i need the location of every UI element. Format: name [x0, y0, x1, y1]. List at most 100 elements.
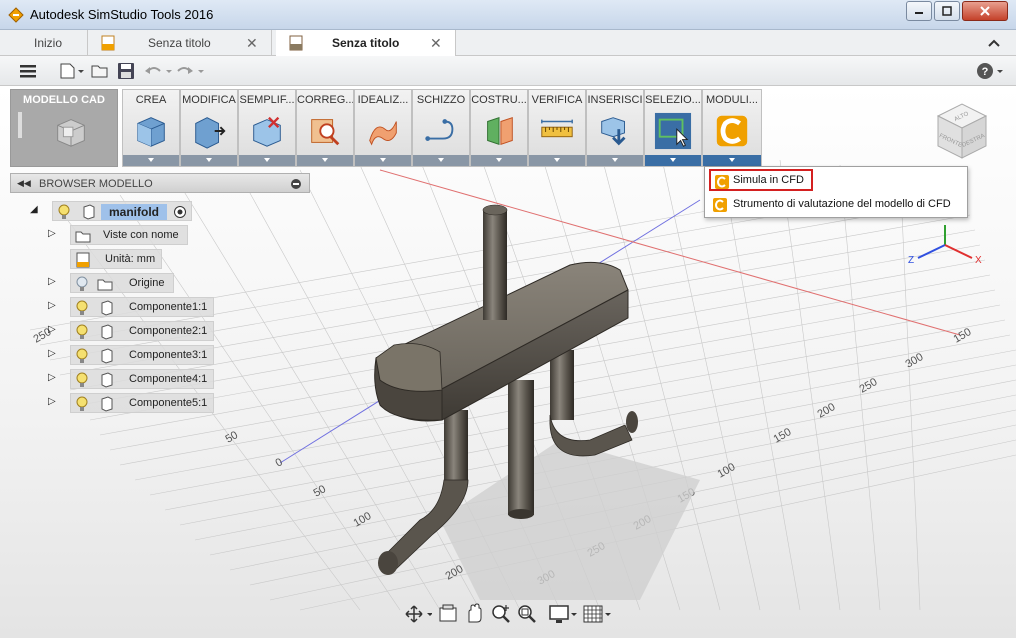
- open-folder-icon[interactable]: [90, 61, 110, 81]
- expand-right-icon[interactable]: ▷: [48, 276, 56, 287]
- crea-dropdown-arrow[interactable]: [123, 155, 179, 166]
- redo-icon[interactable]: [174, 61, 206, 81]
- menu-icon[interactable]: [18, 61, 38, 81]
- ribbon-group-crea[interactable]: CREA: [122, 89, 180, 167]
- modifica-dropdown-arrow[interactable]: [181, 155, 237, 166]
- ribbon-group-seleziona[interactable]: SELEZIO...: [644, 89, 702, 167]
- tree-node-component[interactable]: Componente1:1: [70, 297, 214, 317]
- ribbon-group-inserisci[interactable]: INSERISCI: [586, 89, 644, 167]
- expand-right-icon[interactable]: ▷: [48, 372, 56, 383]
- activate-radio-icon[interactable]: [173, 205, 187, 219]
- moduli-dropdown-menu: Simula in CFD Strumento di valutazione d…: [704, 166, 968, 218]
- tree-node-named-views[interactable]: Viste con nome: [70, 225, 188, 245]
- model-browser-header[interactable]: ◀◀ BROWSER MODELLO: [10, 173, 310, 193]
- tree-node-component[interactable]: Componente4:1: [70, 369, 214, 389]
- tab-close-icon[interactable]: ✕: [430, 35, 442, 52]
- verifica-dropdown-arrow[interactable]: [529, 155, 585, 166]
- lightbulb-off-icon[interactable]: [75, 276, 89, 292]
- tree-row-component[interactable]: ▷ Componente4:1: [48, 369, 218, 389]
- simplify-icon: [253, 116, 281, 147]
- tree-row-named-views[interactable]: ▷ Viste con nome: [48, 225, 198, 245]
- ribbon-group-schizzo[interactable]: SCHIZZO: [412, 89, 470, 167]
- menu-item-simulate-cfd[interactable]: Simula in CFD: [709, 169, 813, 191]
- root-label[interactable]: manifold: [101, 204, 167, 220]
- tree-row-component[interactable]: ▷ Componente1:1: [48, 297, 218, 317]
- ribbon-group-idealizza[interactable]: IDEALIZ...: [354, 89, 412, 167]
- lightbulb-icon[interactable]: [57, 204, 71, 220]
- ribbon-group-semplifica[interactable]: SEMPLIF...: [238, 89, 296, 167]
- lightbulb-icon[interactable]: [75, 372, 89, 388]
- new-file-icon[interactable]: [58, 61, 86, 81]
- grid-label: 150: [772, 426, 794, 446]
- idealizza-dropdown-arrow[interactable]: [355, 155, 411, 166]
- moduli-dropdown-arrow[interactable]: [703, 155, 761, 166]
- ribbon-group-correggi[interactable]: CORREG...: [296, 89, 354, 167]
- tab-document-1[interactable]: Senza titolo ✕: [88, 30, 272, 56]
- chevron-up-icon[interactable]: [988, 38, 1000, 48]
- seleziona-dropdown-arrow[interactable]: [645, 155, 701, 166]
- app-icon: [8, 7, 24, 23]
- insert-icon: [601, 117, 626, 146]
- ribbon-group-verifica[interactable]: VERIFICA: [528, 89, 586, 167]
- inserisci-dropdown-arrow[interactable]: [587, 155, 643, 166]
- tab-close-icon[interactable]: ✕: [246, 35, 258, 52]
- minimize-panel-icon[interactable]: [291, 179, 301, 189]
- tree-row-component[interactable]: ▷ Componente3:1: [48, 345, 218, 365]
- expand-right-icon[interactable]: ▷: [48, 348, 56, 359]
- tree-node-component[interactable]: Componente2:1: [70, 321, 214, 341]
- ribbon-group-label: MODELLO CAD: [23, 94, 105, 106]
- tree-root-node[interactable]: manifold: [52, 201, 192, 221]
- collapse-arrows-icon[interactable]: ◀◀: [17, 178, 31, 189]
- grid-settings-icon[interactable]: [582, 602, 612, 626]
- lightbulb-icon[interactable]: [75, 324, 89, 340]
- close-window-button[interactable]: [962, 1, 1008, 21]
- tree-row-component[interactable]: ▷ Componente2:1: [48, 321, 218, 341]
- expand-right-icon[interactable]: ▷: [48, 300, 56, 311]
- tree-node-units[interactable]: Unità: mm: [70, 249, 162, 269]
- tree-node-origin[interactable]: Origine: [70, 273, 174, 293]
- menu-item-cfd-model-assessment[interactable]: Strumento di valutazione del modello di …: [709, 194, 965, 216]
- help-icon[interactable]: ?: [976, 61, 1006, 81]
- expand-right-icon[interactable]: ▷: [48, 324, 56, 335]
- look-at-icon[interactable]: [438, 602, 458, 626]
- orbit-icon[interactable]: [402, 602, 432, 626]
- tree-row-units[interactable]: Unità: mm: [48, 249, 188, 269]
- schizzo-dropdown-arrow[interactable]: [413, 155, 469, 166]
- tree-row-origin[interactable]: ▷ Origine: [48, 273, 188, 293]
- viewcube[interactable]: ALTO FRONTE DESTRA: [924, 98, 1004, 168]
- zoom-window-icon[interactable]: [516, 602, 538, 626]
- axis-label-x: X: [975, 255, 982, 266]
- grid-label: 200: [816, 401, 838, 421]
- tab-home[interactable]: Inizio: [8, 30, 88, 56]
- tree-node-component[interactable]: Componente5:1: [70, 393, 214, 413]
- save-icon[interactable]: [116, 61, 136, 81]
- costruisci-dropdown-arrow[interactable]: [471, 155, 527, 166]
- menu-item-label: Strumento di valutazione del modello di …: [733, 198, 951, 210]
- pan-hand-icon[interactable]: [464, 602, 484, 626]
- lightbulb-icon[interactable]: [75, 300, 89, 316]
- expand-right-icon[interactable]: ▷: [48, 396, 56, 407]
- lightbulb-icon[interactable]: [75, 348, 89, 364]
- grip-handle[interactable]: [18, 112, 22, 138]
- tab-document-2[interactable]: Senza titolo ✕: [276, 30, 456, 56]
- minimize-button[interactable]: [906, 1, 932, 21]
- expand-right-icon[interactable]: ▷: [48, 228, 56, 239]
- ribbon-group-moduli[interactable]: MODULI...: [702, 89, 762, 167]
- expand-down-icon[interactable]: ◢: [30, 204, 38, 215]
- tree-row-component[interactable]: ▷ Componente5:1: [48, 393, 218, 413]
- tab-label: Inizio: [34, 36, 63, 50]
- ribbon-group-modifica[interactable]: MODIFICA: [180, 89, 238, 167]
- ribbon-group-costruisci[interactable]: COSTRU...: [470, 89, 528, 167]
- tree-node-component[interactable]: Componente3:1: [70, 345, 214, 365]
- display-settings-icon[interactable]: [548, 602, 578, 626]
- semplifica-dropdown-arrow[interactable]: [239, 155, 295, 166]
- tree-root-row[interactable]: ◢ manifold: [30, 201, 200, 221]
- lightbulb-icon[interactable]: [75, 396, 89, 412]
- cfd-icon: [715, 175, 729, 189]
- undo-icon[interactable]: [142, 61, 174, 81]
- maximize-button[interactable]: [934, 1, 960, 21]
- ribbon-group-modello-cad[interactable]: MODELLO CAD: [10, 89, 118, 167]
- document-tabs: Inizio Senza titolo ✕ Senza titolo ✕: [0, 30, 1016, 56]
- zoom-icon[interactable]: [490, 602, 512, 626]
- correggi-dropdown-arrow[interactable]: [297, 155, 353, 166]
